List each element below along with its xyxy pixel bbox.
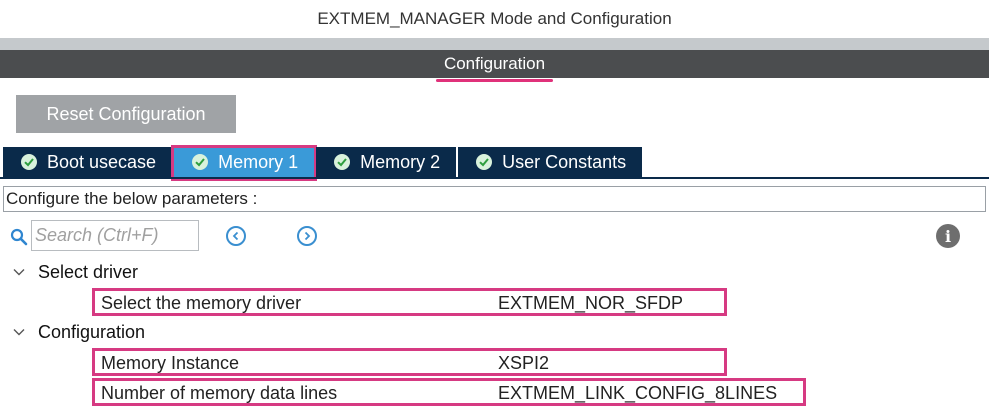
section-select-driver[interactable]: Select driver	[12, 260, 138, 284]
param-value[interactable]: EXTMEM_LINK_CONFIG_8LINES	[498, 382, 777, 404]
tab-boot-usecase[interactable]: Boot usecase	[3, 147, 173, 177]
search-next-button[interactable]	[297, 226, 317, 246]
check-circle-icon	[21, 154, 37, 170]
tab-label: Boot usecase	[47, 151, 157, 172]
chevron-down-icon	[13, 329, 25, 336]
header-divider	[0, 38, 989, 50]
tab-label: Memory 2	[360, 151, 441, 172]
param-row-data-lines[interactable]: Number of memory data lines EXTMEM_LINK_…	[92, 378, 806, 406]
search-previous-button[interactable]	[226, 226, 246, 246]
search-icon	[10, 228, 28, 246]
reset-configuration-button[interactable]: Reset Configuration	[16, 95, 236, 133]
tab-label: User Constants	[502, 151, 627, 172]
check-circle-icon	[334, 154, 351, 170]
param-row-memory-instance[interactable]: Memory Instance XSPI2	[92, 348, 727, 376]
tab-bar: Boot usecase Memory 1 Memory 2 User Cons…	[3, 145, 644, 181]
tab-label: Memory 1	[218, 151, 299, 172]
search-input[interactable]	[31, 220, 199, 251]
tab-memory-2[interactable]: Memory 2	[316, 147, 457, 177]
window-title: EXTMEM_MANAGER Mode and Configuration	[317, 9, 672, 28]
section-title: Select driver	[38, 261, 139, 282]
parameters-prompt: Configure the below parameters :	[3, 186, 986, 212]
tab-memory-1[interactable]: Memory 1	[171, 145, 318, 181]
chevron-down-icon	[13, 269, 25, 276]
param-label: Number of memory data lines	[101, 383, 338, 403]
param-label: Select the memory driver	[101, 293, 302, 313]
arrow-right-circle-icon	[304, 231, 311, 241]
param-value[interactable]: XSPI2	[498, 352, 549, 374]
param-label: Memory Instance	[101, 353, 240, 373]
param-value[interactable]: EXTMEM_NOR_SFDP	[498, 292, 683, 314]
check-circle-icon	[476, 154, 493, 170]
check-circle-icon	[192, 154, 209, 170]
param-row-memory-driver[interactable]: Select the memory driver EXTMEM_NOR_SFDP	[92, 288, 727, 316]
tab-underline	[0, 177, 989, 179]
tab-user-constants[interactable]: User Constants	[458, 147, 643, 177]
info-icon[interactable]: i	[936, 224, 960, 248]
configuration-bar: Configuration	[0, 50, 989, 82]
configuration-title: Configuration	[435, 50, 554, 82]
section-configuration[interactable]: Configuration	[12, 320, 145, 344]
arrow-left-circle-icon	[232, 231, 239, 241]
section-title: Configuration	[38, 321, 146, 342]
